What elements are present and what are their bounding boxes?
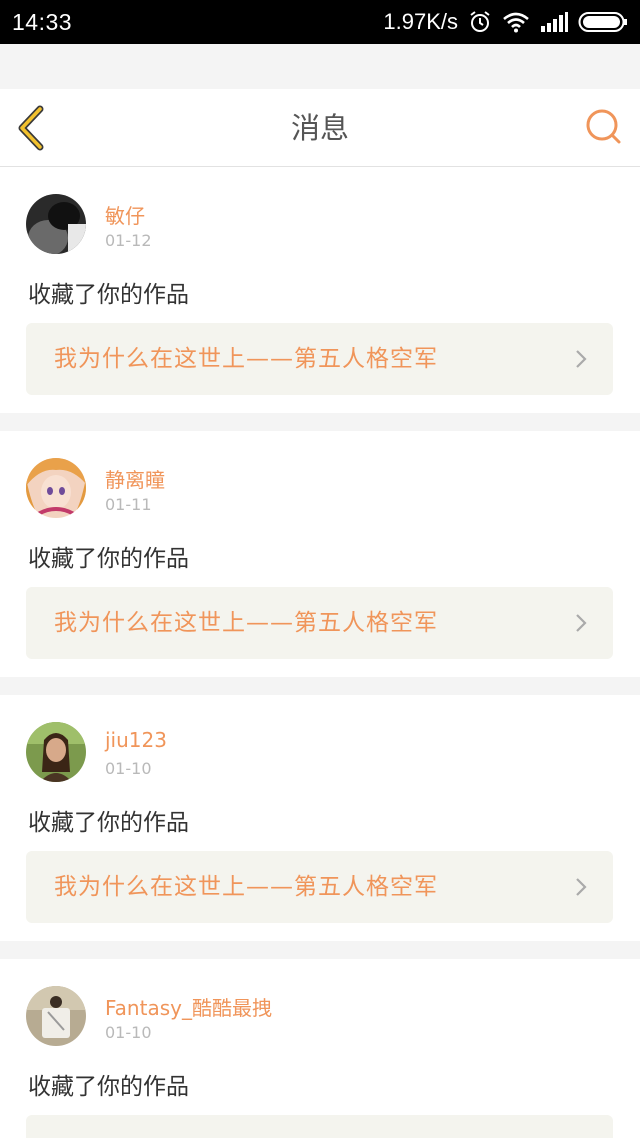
username[interactable]: 敏仔 <box>105 200 145 229</box>
signal-icon <box>540 11 568 33</box>
message-card: 敏仔 01-12 收藏了你的作品 我为什么在这世上——第五人格空军 <box>0 167 640 413</box>
message-date: 01-12 <box>105 231 152 250</box>
username[interactable]: jiu123 <box>105 728 167 752</box>
top-spacer <box>0 44 640 89</box>
chevron-right-icon <box>575 349 587 373</box>
avatar[interactable] <box>26 986 86 1046</box>
work-link[interactable]: 我为什么在这世上——第五人格空军 <box>26 323 613 395</box>
work-title: 我为什么在这世上——第五人格空军 <box>54 610 438 636</box>
page-title: 消息 <box>290 111 349 145</box>
action-text: 收藏了你的作品 <box>28 810 189 836</box>
alarm-icon <box>468 10 492 34</box>
message-date: 01-10 <box>105 759 152 778</box>
battery-icon <box>578 11 628 33</box>
action-text: 收藏了你的作品 <box>28 282 189 308</box>
work-title: 我为什么在这世上——第五人格空军 <box>54 874 438 900</box>
chevron-right-icon <box>575 877 587 901</box>
status-time: 14:33 <box>12 8 73 35</box>
username[interactable]: Fantasy_酷酷最拽 <box>105 992 272 1021</box>
avatar[interactable] <box>26 194 86 254</box>
status-right: 1.97K/s <box>383 9 628 35</box>
message-date: 01-11 <box>105 495 152 514</box>
message-date: 01-10 <box>105 1023 152 1042</box>
header-bar: 消息 <box>0 89 640 167</box>
message-card: 静离瞳 01-11 收藏了你的作品 我为什么在这世上——第五人格空军 <box>0 431 640 677</box>
action-text: 收藏了你的作品 <box>28 1074 189 1100</box>
status-bar: 14:33 1.97K/s <box>0 0 640 44</box>
search-icon <box>584 109 624 151</box>
work-link[interactable] <box>26 1115 613 1138</box>
chevron-right-icon <box>575 613 587 637</box>
avatar[interactable] <box>26 722 86 782</box>
work-title: 我为什么在这世上——第五人格空军 <box>54 346 438 372</box>
work-link[interactable]: 我为什么在这世上——第五人格空军 <box>26 587 613 659</box>
network-speed: 1.97K/s <box>383 9 458 34</box>
wifi-icon <box>502 11 530 33</box>
search-button[interactable] <box>584 107 624 147</box>
work-link[interactable]: 我为什么在这世上——第五人格空军 <box>26 851 613 923</box>
message-card: Fantasy_酷酷最拽 01-10 收藏了你的作品 <box>0 959 640 1138</box>
message-card: jiu123 01-10 收藏了你的作品 我为什么在这世上——第五人格空军 <box>0 695 640 941</box>
username[interactable]: 静离瞳 <box>105 464 165 493</box>
action-text: 收藏了你的作品 <box>28 546 189 572</box>
avatar[interactable] <box>26 458 86 518</box>
